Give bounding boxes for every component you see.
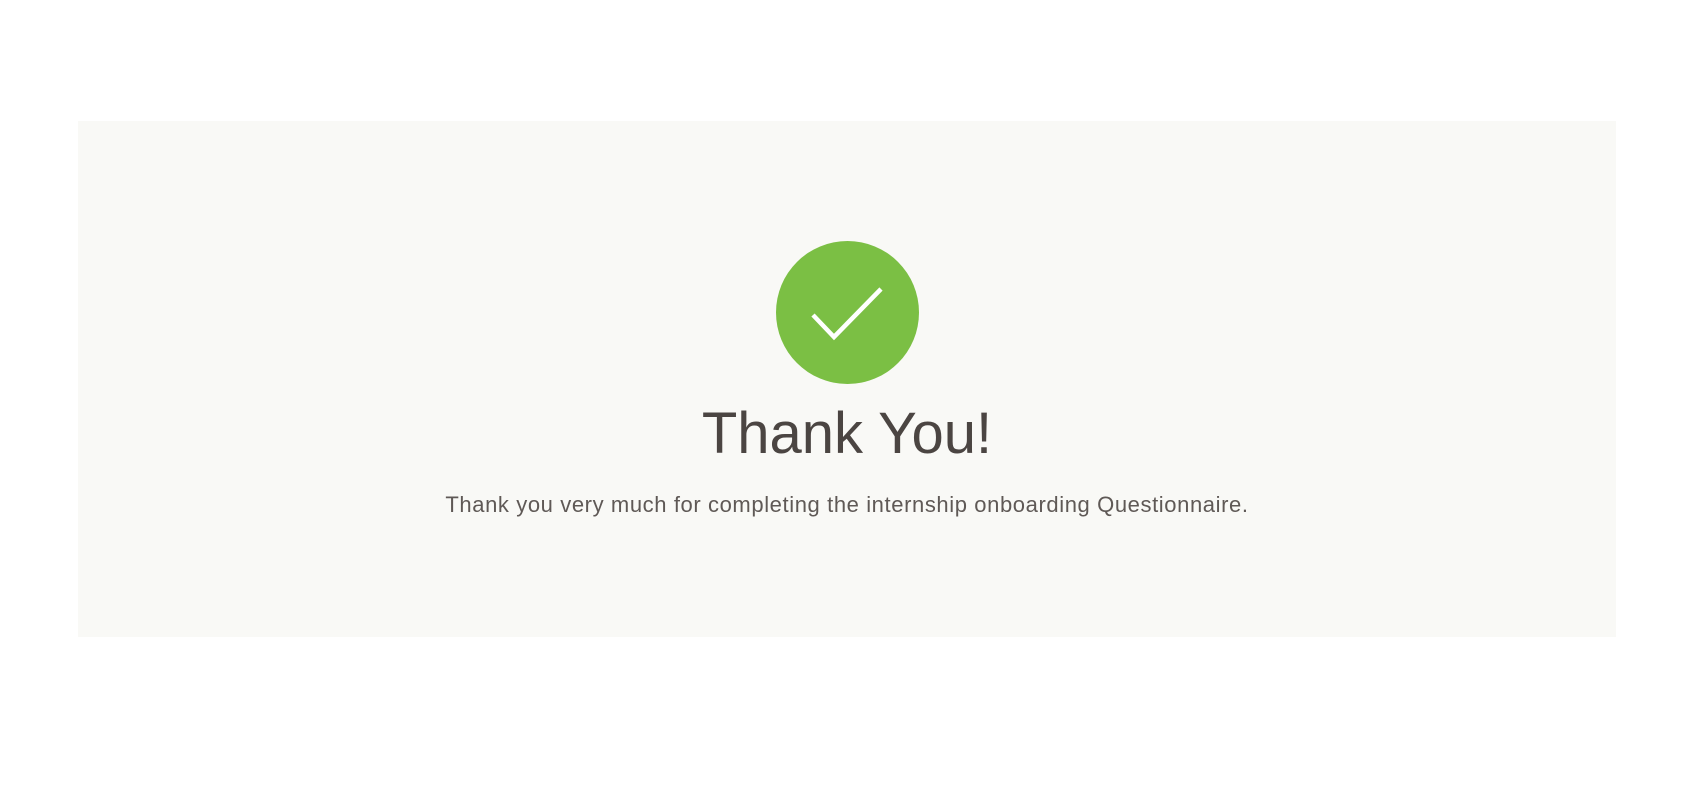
page: Thank You! Thank you very much for compl… [0,0,1692,795]
checkmark-icon [811,287,883,341]
confirmation-card: Thank You! Thank you very much for compl… [78,121,1616,637]
thank-you-message: Thank you very much for completing the i… [445,492,1249,517]
thank-you-title: Thank You! [701,401,993,466]
success-badge [776,241,919,384]
